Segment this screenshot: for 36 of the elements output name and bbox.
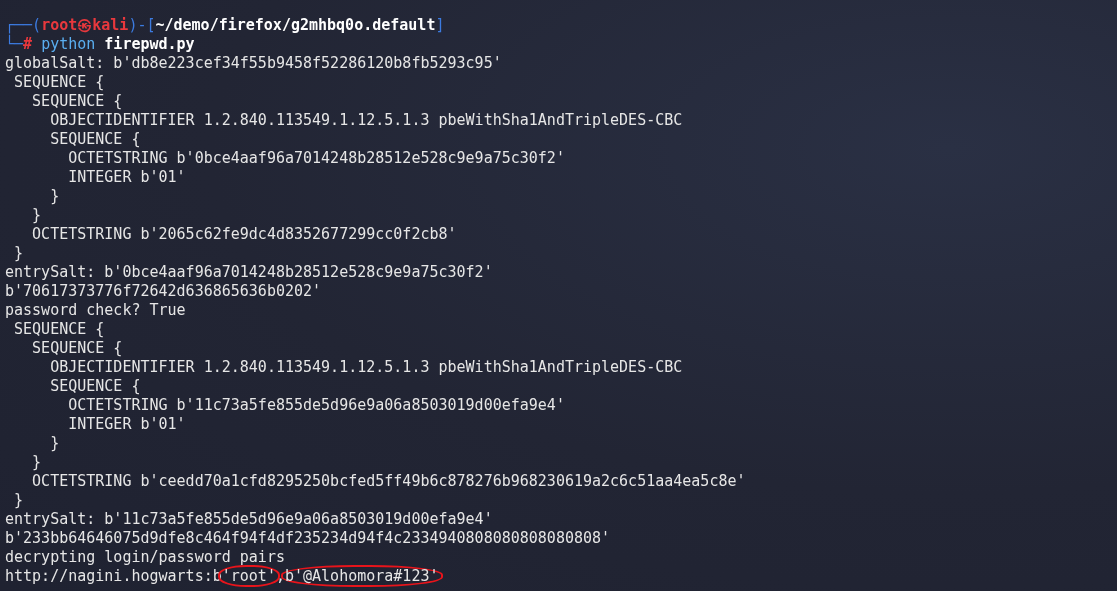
output-line: }: [49, 187, 60, 206]
prompt-frame: ]: [435, 16, 445, 34]
prompt-frame: └─: [5, 35, 24, 53]
output-line: b'233bb64646075d9dfe8c464f94f4df235234d94f4c2334940808080808080808': [5, 529, 611, 548]
output-line: OCTETSTRING b'ceedd70a1cfd8295250bcfed5ff49b6c878276b968230619a2c6c51aa4ea5c8e': [31, 472, 746, 491]
output-line: SEQUENCE {: [13, 73, 105, 92]
output-line: password check? True: [5, 301, 186, 320]
prompt-user-host: root㉿kali: [41, 16, 129, 34]
output-line: OBJECTIDENTIFIER 1.2.840.113549.1.12.5.1.3 pbeWithSha1AndTripleDES-CBC: [49, 111, 683, 130]
output-line: }: [31, 453, 42, 472]
output-line: OCTETSTRING b'0bce4aaf96a7014248b28512e528c9e9a75c30f2': [67, 149, 565, 168]
prompt-symbol: #: [23, 35, 33, 53]
output-line: globalSalt: b'db8e223cef34f55b9458f52286120b8fb5293c95': [5, 54, 502, 73]
output-line: }: [13, 244, 24, 263]
prompt-frame: ┌──(: [5, 16, 42, 34]
output-line: }: [31, 206, 42, 225]
output-line: b'70617373776f72642d636865636b0202': [5, 282, 322, 301]
output-line: SEQUENCE {: [13, 320, 105, 339]
prompt-frame: )-[: [128, 16, 156, 34]
output-line: SEQUENCE {: [49, 130, 141, 149]
output-line: entrySalt: b'11c73a5fe855de5d96e9a06a8503019d00efa9e4': [5, 510, 493, 529]
output-line: decrypting login/password pairs: [5, 548, 285, 567]
output-line: INTEGER b'01': [67, 415, 186, 434]
output-line: SEQUENCE {: [49, 377, 141, 396]
command-name: python: [41, 35, 96, 53]
output-line: }: [13, 491, 24, 510]
output-line: SEQUENCE {: [31, 92, 123, 111]
output-line: OCTETSTRING b'2065c62fe9dc4d8352677299cc0f2cb8': [31, 225, 457, 244]
command-argument: firepwd.py: [104, 35, 195, 53]
output-line: entrySalt: b'0bce4aaf96a7014248b28512e528c9e9a75c30f2': [5, 263, 493, 282]
prompt-path: ~/demo/firefox/g2mhbq0o.default: [155, 16, 436, 34]
output-line: INTEGER b'01': [67, 168, 186, 187]
output-line: }: [49, 434, 60, 453]
output-line: OCTETSTRING b'11c73a5fe855de5d96e9a06a8503019d00efa9e4': [67, 396, 565, 415]
output-line: OBJECTIDENTIFIER 1.2.840.113549.1.12.5.1.3 pbeWithSha1AndTripleDES-CBC: [49, 358, 683, 377]
output-line: SEQUENCE {: [31, 339, 123, 358]
